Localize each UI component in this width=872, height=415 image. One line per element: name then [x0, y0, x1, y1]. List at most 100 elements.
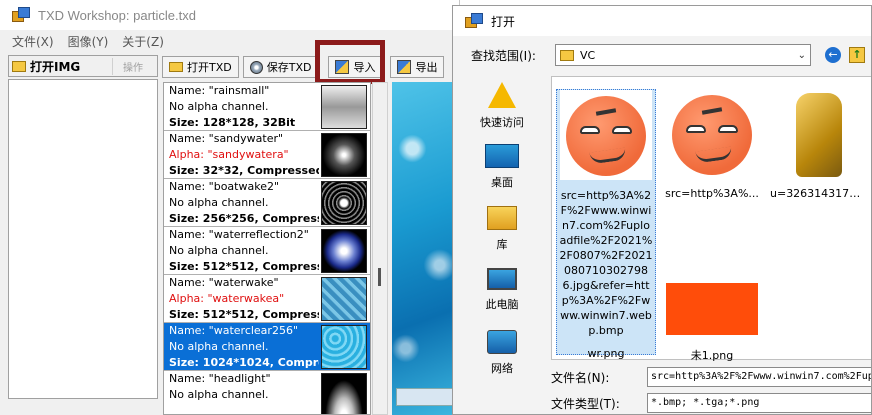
file-caption: wr.png [587, 347, 625, 360]
filetype-row: 文件类型(T): *.bmp; *.tga;*.png [551, 393, 871, 413]
import-highlight-box [315, 40, 385, 84]
texture-size: Size: 256*256, Compressed DXT1 [169, 212, 319, 225]
lookin-dropdown[interactable]: VC ⌄ [555, 44, 811, 66]
texture-row[interactable]: Name: "waterreflection2" No alpha channel… [164, 227, 370, 275]
computer-icon [487, 268, 517, 290]
txd-workshop-window: TXD Workshop: particle.txd 文件(X) 图像(Y) 关… [0, 0, 460, 415]
dialog-titlebar: 打开 [453, 6, 871, 36]
app-icon [12, 7, 30, 23]
filename-input[interactable]: src=http%3A%2F%2Fwww.winwin7.com%2Fup [647, 367, 871, 387]
export-button[interactable]: 导出 [390, 56, 445, 78]
disc-icon [249, 60, 263, 74]
texture-row[interactable]: Name: "headlight" No alpha channel. [164, 371, 370, 414]
place-label: 桌面 [491, 176, 513, 189]
texture-size: Size: 512*512, Compressed DXT1 [169, 260, 319, 273]
texture-thumbnail [321, 325, 367, 369]
toolbar: 打开TXD 保存TXD 导入 导出 [162, 55, 459, 79]
img-panel-header: 打开IMG 操作 [8, 55, 158, 77]
texture-row[interactable]: Name: "sandywater" Alpha: "sandywatera" Si… [164, 131, 370, 179]
texture-alpha: No alpha channel. [169, 388, 269, 401]
file-caption: 未1.png [690, 349, 734, 362]
txd-titlebar: TXD Workshop: particle.txd [0, 0, 459, 30]
back-arrow-icon[interactable]: ← [825, 47, 841, 63]
file-caption: src=http%3A%... [665, 187, 759, 200]
place-label: 库 [496, 238, 508, 251]
texture-alpha: No alpha channel. [169, 100, 269, 113]
filetype-select[interactable]: *.bmp; *.tga;*.png [647, 393, 871, 413]
place-desktop[interactable]: 桌面 [461, 144, 543, 190]
place-library[interactable]: 库 [461, 206, 543, 252]
open-txd-button[interactable]: 打开TXD [162, 56, 239, 78]
file-caption: src=http%3A%2F%2Fwww.winwin7.com%2Fuploa… [559, 189, 653, 337]
folder-icon [169, 62, 183, 72]
star-icon [488, 82, 516, 108]
texture-alpha: No alpha channel. [169, 340, 269, 353]
file-caption: u=3263143177... [770, 187, 867, 200]
texture-row[interactable]: Name: "waterwake" Alpha: "waterwakea" Size… [164, 275, 370, 323]
menu-file[interactable]: 文件(X) [12, 33, 54, 50]
texture-size: Size: 1024*1024, Compressed DXT1 [169, 356, 319, 369]
texture-name: Name: "waterwake" [169, 276, 279, 289]
save-txd-label: 保存TXD [266, 61, 312, 74]
img-panel: 打开IMG 操作 [8, 55, 158, 410]
lookin-label: 查找范围(I): [471, 48, 536, 63]
scrollbar-thumb[interactable] [378, 268, 381, 286]
filename-row: 文件名(N): src=http%3A%2F%2Fwww.winwin7.com… [551, 367, 871, 387]
golden-fist-image [796, 93, 842, 177]
texture-name: Name: "boatwake2" [169, 180, 280, 193]
texture-alpha: No alpha channel. [169, 196, 269, 209]
chevron-down-icon[interactable]: ⌄ [798, 50, 806, 61]
open-txd-label: 打开TXD [187, 61, 232, 74]
up-folder-icon[interactable]: ↑ [849, 47, 865, 63]
texture-alpha: Alpha: "sandywatera" [169, 148, 289, 161]
folder-icon [560, 49, 574, 61]
texture-name: Name: "headlight" [169, 372, 271, 385]
lookin-row: 查找范围(I): VC ⌄ [471, 44, 811, 66]
save-txd-button[interactable]: 保存TXD [242, 56, 319, 78]
texture-row[interactable]: Name: "rainsmall" No alpha channel. Size: … [164, 83, 370, 131]
texture-name: Name: "sandywater" [169, 132, 284, 145]
texture-list-scrollbar[interactable] [372, 82, 388, 415]
place-label: 网络 [491, 362, 513, 375]
emoji-face-image [672, 95, 752, 175]
file-list-area[interactable]: src=http%3A%2F%2Fwww.winwin7.com%2Fuploa… [551, 76, 871, 363]
export-icon [397, 60, 412, 74]
texture-size: Size: 128*128, 32Bit [169, 116, 296, 129]
place-this-pc[interactable]: 此电脑 [461, 268, 543, 312]
texture-thumbnail [321, 229, 367, 273]
texture-row[interactable]: Name: "boatwake2" No alpha channel. Size: … [164, 179, 370, 227]
file-item[interactable]: src=http%3A%... [662, 89, 762, 200]
file-item[interactable]: src=http%3A%2F%2Fwww.winwin7.com%2Fuploa… [556, 89, 656, 355]
file-thumbnail [666, 271, 758, 339]
place-network[interactable]: 网络 [461, 330, 543, 376]
img-file-list[interactable] [8, 79, 158, 399]
library-icon [487, 206, 517, 230]
place-label: 快速访问 [480, 116, 524, 129]
texture-thumbnail [321, 133, 367, 177]
texture-thumbnail [321, 277, 367, 321]
export-label: 导出 [415, 61, 438, 74]
place-quick-access[interactable]: 快速访问 [461, 82, 543, 130]
texture-size: Size: 512*512, Compressed DXT3 [169, 308, 319, 321]
ops-button[interactable]: 操作 [112, 57, 153, 75]
open-img-button[interactable]: 打开IMG [30, 58, 80, 75]
file-item[interactable]: 未1.png [662, 271, 762, 363]
texture-list[interactable]: Name: "rainsmall" No alpha channel. Size: … [163, 82, 371, 415]
texture-row[interactable]: Name: "waterclear256" No alpha channel. Si… [164, 323, 370, 371]
file-item[interactable]: u=3263143177... [768, 89, 868, 200]
place-label: 此电脑 [485, 298, 519, 311]
app-icon [465, 13, 483, 29]
menu-image[interactable]: 图像(Y) [68, 33, 109, 50]
file-item[interactable]: wr.png [556, 339, 656, 360]
texture-alpha: No alpha channel. [169, 244, 269, 257]
menu-about[interactable]: 关于(Z) [122, 33, 164, 50]
folder-icon [12, 60, 26, 72]
file-thumbnail [772, 89, 864, 179]
open-dialog: 打开 查找范围(I): VC ⌄ ← ↑ 快速访问 桌面 库 此电脑 网络 sr… [452, 5, 872, 415]
file-thumbnail [666, 89, 758, 179]
preview-tab[interactable] [396, 388, 456, 406]
dialog-title: 打开 [491, 14, 516, 29]
emoji-face-image [566, 96, 646, 176]
texture-alpha: Alpha: "waterwakea" [169, 292, 285, 305]
network-icon [487, 330, 517, 354]
